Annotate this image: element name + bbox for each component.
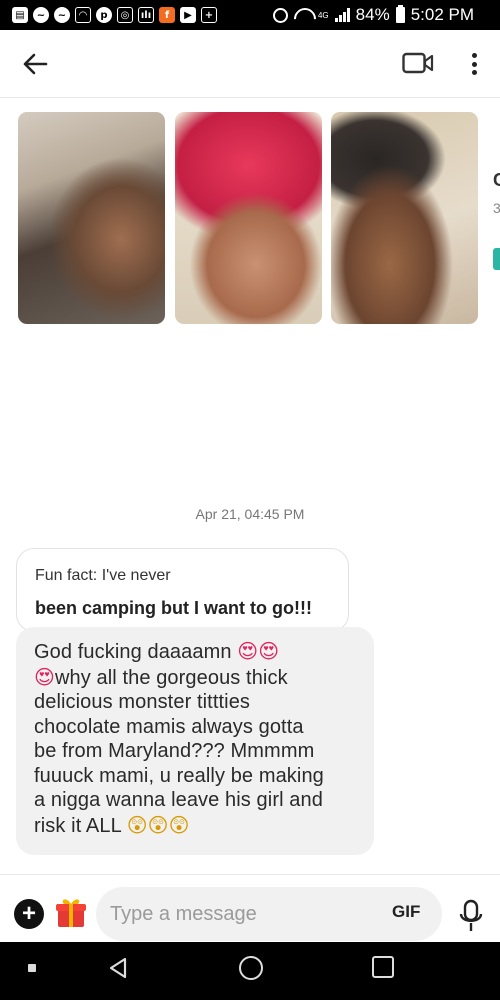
peek-card[interactable]: C 3 (493, 170, 500, 270)
peek-number: 3 (493, 200, 500, 216)
youtube-icon: ▶ (180, 7, 196, 23)
gift-icon[interactable] (54, 895, 88, 929)
status-right: 4G 84% 5:02 PM (272, 0, 474, 30)
message-bubble[interactable]: God fucking daaaamn 😍😍 😍why all the gorg… (16, 627, 374, 855)
message-composer: + GIF (0, 874, 500, 942)
pinterest-icon: p (96, 7, 112, 23)
nav-home-icon[interactable] (239, 956, 263, 980)
message-input[interactable] (110, 897, 370, 931)
message-text: God fucking daaaamn 😍😍 😍why all the gorg… (34, 639, 360, 838)
heart-eyes-emoji-icon: 😍😍 (237, 639, 280, 663)
message-line-2: why all the gorgeous thick (54, 666, 288, 689)
message-line-8: risk it ALL (34, 814, 127, 837)
microphone-icon[interactable] (459, 899, 483, 933)
peek-chip (493, 248, 500, 270)
wifi-icon (294, 8, 312, 22)
status-bar: ▤ ~ ~ ◠ p ◎ ılı f ▶ + 4G 84% 5:02 PM (0, 0, 500, 30)
message-timestamp: Apr 21, 04:45 PM (195, 506, 305, 522)
battery-saver-icon: + (201, 7, 217, 23)
alarm-icon (272, 7, 288, 23)
notification-icons: ▤ ~ ~ ◠ p ◎ ılı f ▶ + (12, 7, 217, 23)
message-input-container: GIF (96, 887, 442, 941)
messenger-icon-2: ~ (54, 7, 70, 23)
snapchat-icon: ◠ (75, 7, 91, 23)
gif-button[interactable]: GIF (392, 902, 420, 922)
more-vertical-icon[interactable] (466, 50, 482, 78)
peek-initial: C (493, 170, 500, 190)
add-button[interactable]: + (14, 899, 44, 929)
prompt-question: Fun fact: I've never (35, 567, 171, 584)
arrow-left-icon[interactable] (22, 52, 48, 76)
profile-photo-1[interactable] (18, 112, 165, 324)
prompt-answer: been camping but I want to go!!! (35, 598, 312, 618)
signal-icon (334, 8, 350, 22)
app-f-icon: f (159, 7, 175, 23)
instagram-icon: ◎ (117, 7, 133, 23)
message-line-1: God fucking daaaamn (34, 641, 238, 663)
profile-photo-3[interactable] (331, 112, 478, 324)
mail-icon: ▤ (12, 7, 28, 23)
profile-photo-2[interactable] (175, 112, 322, 324)
nav-indicator-icon (28, 964, 36, 972)
message-line-3: delicious monster tittties (34, 691, 251, 713)
equalizer-icon: ılı (138, 7, 154, 23)
message-line-6: fuuuck mami, u really be making (34, 764, 324, 787)
anguished-face-emoji-icon: 😲😲😲 (126, 812, 190, 837)
clock: 5:02 PM (410, 5, 474, 24)
battery-icon (395, 5, 405, 23)
battery-percent: 84% (355, 5, 390, 24)
video-camera-icon[interactable] (402, 52, 434, 74)
network-badge: 4G (317, 10, 329, 20)
prompt-reply-bubble[interactable]: Fun fact: I've never been camping but I … (16, 548, 349, 632)
messenger-icon: ~ (33, 7, 49, 23)
nav-back-icon[interactable] (106, 956, 130, 980)
message-line-7: a nigga wanna leave his girl and (34, 789, 323, 811)
message-line-4: chocolate mamis always gotta (34, 715, 304, 738)
nav-recents-icon[interactable] (372, 956, 394, 978)
message-line-5: be from Maryland??? Mmmmm (34, 740, 315, 762)
heart-eyes-emoji-icon: 😍 (34, 664, 55, 689)
system-nav-bar (0, 942, 500, 1000)
chat-header (0, 30, 500, 98)
